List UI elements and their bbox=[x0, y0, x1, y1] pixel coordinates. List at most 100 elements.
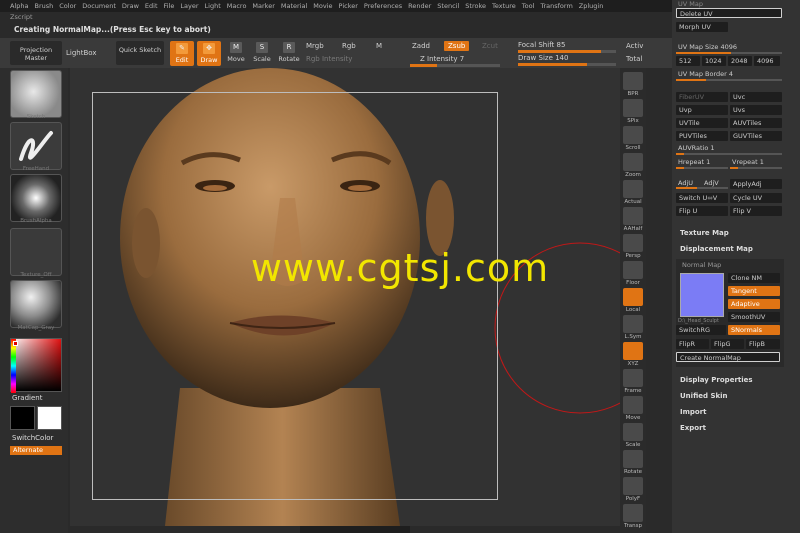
applyadj-button[interactable]: ApplyAdj bbox=[730, 179, 782, 189]
view-scale-button[interactable]: Scale bbox=[621, 423, 645, 448]
rotate-button[interactable]: R Rotate bbox=[277, 42, 301, 66]
import-section[interactable]: Import bbox=[680, 408, 707, 416]
view-move-button[interactable]: Move bbox=[621, 396, 645, 421]
menu-item-alpha[interactable]: Alpha bbox=[10, 2, 28, 10]
flipb-button[interactable]: FlipB bbox=[746, 339, 780, 349]
switchrg-button[interactable]: SwitchRG bbox=[676, 325, 726, 335]
display-properties-section[interactable]: Display Properties bbox=[680, 376, 753, 384]
uv-size-4096[interactable]: 4096 bbox=[754, 56, 780, 66]
auvratio-slider[interactable]: AUVRatio 1 bbox=[678, 144, 715, 152]
flipg-button[interactable]: FlipG bbox=[711, 339, 744, 349]
menu-item-zplugin[interactable]: Zplugin bbox=[579, 2, 604, 10]
quick-sketch-button[interactable]: Quick Sketch bbox=[116, 41, 164, 65]
view-local-button[interactable]: Local bbox=[621, 288, 645, 313]
menu-item-stencil[interactable]: Stencil bbox=[437, 2, 459, 10]
adj-track[interactable] bbox=[676, 187, 728, 189]
delete-uv-button[interactable]: Delete UV bbox=[676, 8, 782, 18]
zscript-label[interactable]: Zscript bbox=[10, 13, 33, 21]
uv-map-size-track[interactable] bbox=[676, 52, 782, 54]
view-persp-button[interactable]: Persp bbox=[621, 234, 645, 259]
view-lsym-button[interactable]: L.Sym bbox=[621, 315, 645, 340]
snormals-button[interactable]: SNormals bbox=[728, 325, 780, 335]
draw-button[interactable]: ✥ Draw bbox=[197, 41, 221, 66]
adaptive-button[interactable]: Adaptive bbox=[728, 299, 780, 309]
menu-item-transform[interactable]: Transform bbox=[540, 2, 572, 10]
displacement-map-section[interactable]: Displacement Map bbox=[680, 245, 753, 253]
uvp-button[interactable]: Uvp bbox=[676, 105, 728, 115]
zsub-button[interactable]: Zsub bbox=[444, 41, 470, 51]
move-button[interactable]: M Move bbox=[225, 42, 247, 66]
zadd-button[interactable]: Zadd bbox=[412, 42, 430, 50]
menu-item-render[interactable]: Render bbox=[408, 2, 431, 10]
menu-item-picker[interactable]: Picker bbox=[339, 2, 358, 10]
alpha-thumbnail[interactable] bbox=[10, 174, 62, 222]
z-intensity-slider[interactable]: Z Intensity 7 bbox=[420, 55, 464, 63]
menu-item-edit[interactable]: Edit bbox=[145, 2, 158, 10]
menu-item-movie[interactable]: Movie bbox=[313, 2, 332, 10]
view-actual-button[interactable]: Actual bbox=[621, 180, 645, 205]
smoothuv-button[interactable]: SmoothUV bbox=[728, 312, 780, 322]
uvtile-button[interactable]: UVTile bbox=[676, 118, 728, 128]
menu-item-color[interactable]: Color bbox=[59, 2, 76, 10]
fiberuv-button[interactable]: FiberUV bbox=[676, 92, 728, 102]
puvtiles-button[interactable]: PUVTiles bbox=[676, 131, 728, 141]
hrepeat-slider[interactable]: Hrepeat 1 bbox=[678, 158, 710, 166]
draw-size-track[interactable] bbox=[518, 63, 616, 66]
uvc-button[interactable]: Uvc bbox=[730, 92, 782, 102]
menu-item-layer[interactable]: Layer bbox=[180, 2, 198, 10]
menu-item-file[interactable]: File bbox=[164, 2, 175, 10]
switch-color-button[interactable]: SwitchColor bbox=[12, 434, 53, 442]
clone-nm-button[interactable]: Clone NM bbox=[728, 273, 780, 283]
texture-map-section[interactable]: Texture Map bbox=[680, 229, 729, 237]
secondary-color-swatch[interactable] bbox=[37, 406, 62, 430]
projection-master-button[interactable]: Projection Master bbox=[10, 41, 62, 65]
rgb-button[interactable]: Rgb bbox=[342, 42, 356, 50]
menu-item-tool[interactable]: Tool bbox=[522, 2, 535, 10]
adju-slider[interactable]: AdjU bbox=[678, 179, 693, 187]
switch-uv-button[interactable]: Switch U⬄V bbox=[676, 193, 728, 203]
auvratio-track[interactable] bbox=[676, 153, 782, 155]
edit-button[interactable]: ✎ Edit bbox=[170, 41, 194, 66]
menu-item-texture[interactable]: Texture bbox=[492, 2, 516, 10]
auvtiles-button[interactable]: AUVTiles bbox=[730, 118, 782, 128]
menu-item-macro[interactable]: Macro bbox=[227, 2, 247, 10]
view-bpr-button[interactable]: BPR bbox=[621, 72, 645, 97]
view-transp-button[interactable]: Transp bbox=[621, 504, 645, 529]
view-aahalf-button[interactable]: AAHalf bbox=[621, 207, 645, 232]
view-spix-button[interactable]: SPix bbox=[621, 99, 645, 124]
cycle-uv-button[interactable]: Cycle UV bbox=[730, 193, 782, 203]
uv-size-2048[interactable]: 2048 bbox=[728, 56, 752, 66]
view-zoom-button[interactable]: Zoom bbox=[621, 153, 645, 178]
focal-shift-slider[interactable]: Focal Shift 85 bbox=[518, 41, 565, 49]
uv-size-512[interactable]: 512 bbox=[676, 56, 700, 66]
export-section[interactable]: Export bbox=[680, 424, 706, 432]
menu-item-brush[interactable]: Brush bbox=[34, 2, 53, 10]
morph-uv-button[interactable]: Morph UV bbox=[676, 22, 728, 32]
hue-strip[interactable] bbox=[11, 339, 16, 393]
uv-size-1024[interactable]: 1024 bbox=[702, 56, 726, 66]
view-floor-button[interactable]: Floor bbox=[621, 261, 645, 286]
view-xyz-button[interactable]: XYZ bbox=[621, 342, 645, 367]
menu-item-stroke[interactable]: Stroke bbox=[465, 2, 486, 10]
focal-shift-track[interactable] bbox=[518, 50, 616, 53]
menu-item-draw[interactable]: Draw bbox=[122, 2, 139, 10]
tangent-button[interactable]: Tangent bbox=[728, 286, 780, 296]
view-frame-button[interactable]: Frame bbox=[621, 369, 645, 394]
draw-size-slider[interactable]: Draw Size 140 bbox=[518, 54, 568, 62]
alternate-button[interactable]: Alternate bbox=[10, 446, 62, 455]
view-polyf-button[interactable]: PolyF bbox=[621, 477, 645, 502]
menu-item-document[interactable]: Document bbox=[82, 2, 116, 10]
uvs-button[interactable]: Uvs bbox=[730, 105, 782, 115]
uv-map-size-slider[interactable]: UV Map Size 4096 bbox=[678, 43, 737, 51]
menu-item-marker[interactable]: Marker bbox=[252, 2, 274, 10]
menu-item-material[interactable]: Material bbox=[281, 2, 307, 10]
stroke-thumbnail[interactable] bbox=[10, 122, 62, 170]
m-button[interactable]: M bbox=[376, 42, 382, 50]
hrepeat-track[interactable] bbox=[676, 167, 728, 169]
z-intensity-track[interactable] bbox=[410, 64, 500, 67]
guvtiles-button[interactable]: GUVTiles bbox=[730, 131, 782, 141]
vrepeat-track[interactable] bbox=[730, 167, 782, 169]
vrepeat-slider[interactable]: Vrepeat 1 bbox=[732, 158, 764, 166]
uv-map-border-slider[interactable]: UV Map Border 4 bbox=[678, 70, 733, 78]
canvas-scrollbar[interactable] bbox=[300, 526, 410, 533]
